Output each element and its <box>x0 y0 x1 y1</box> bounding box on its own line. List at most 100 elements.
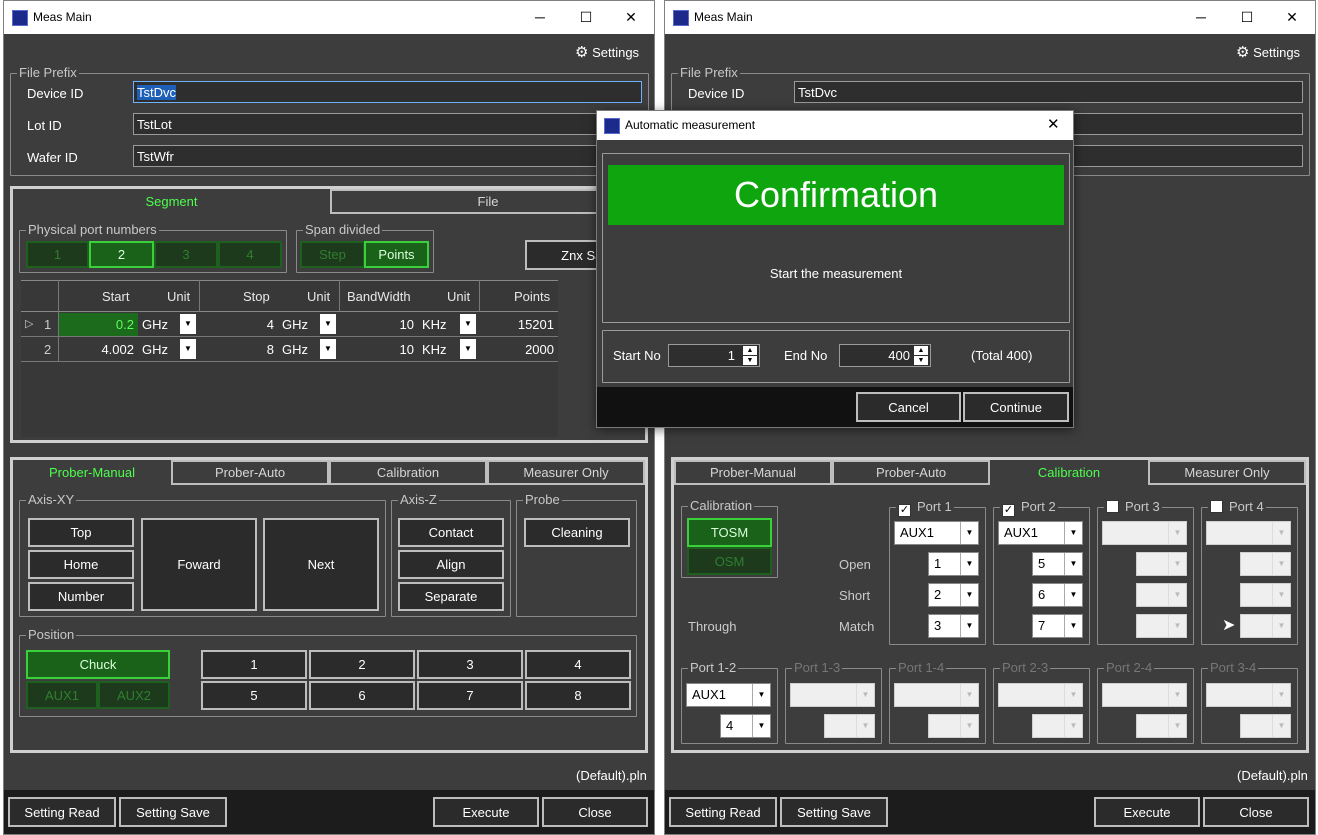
pair-3-4-value-select[interactable]: ▼ <box>1240 714 1291 738</box>
pair-3-4-aux-select[interactable]: ▼ <box>1206 683 1291 707</box>
aux1-button[interactable]: AUX1 <box>26 681 98 709</box>
bw-unit[interactable]: KHz <box>422 317 447 332</box>
chevron-down-icon[interactable]: ▼ <box>460 314 476 334</box>
title-bar[interactable]: Meas Main ─ ☐ ✕ <box>4 1 654 34</box>
settings-button[interactable]: ⚙ Settings <box>1236 43 1300 61</box>
pair-1-4-aux-select[interactable]: ▼ <box>894 683 979 707</box>
chuck-button[interactable]: Chuck <box>26 650 170 679</box>
port-2-short-select[interactable]: 6 ▼ <box>1032 583 1083 607</box>
number-button[interactable]: Number <box>28 582 134 611</box>
pair-1-2-aux-select[interactable]: AUX1 ▼ <box>686 683 771 707</box>
close-window-button[interactable]: Close <box>1203 797 1309 827</box>
start-no-spinner[interactable]: 1 ▲ ▼ <box>668 344 760 367</box>
tab-calibration[interactable]: Calibration <box>329 460 487 485</box>
port-2-match-select[interactable]: 7 ▼ <box>1032 614 1083 638</box>
align-button[interactable]: Align <box>398 550 504 579</box>
span-points-button[interactable]: Points <box>364 241 429 268</box>
dialog-close-icon[interactable]: ✕ <box>1047 115 1060 133</box>
stop-value[interactable]: 4 <box>204 317 274 332</box>
title-bar[interactable]: Meas Main ─ ☐ ✕ <box>665 1 1315 34</box>
maximize-button[interactable]: ☐ <box>566 6 606 28</box>
settings-button[interactable]: ⚙ Settings <box>575 43 639 61</box>
position-2-button[interactable]: 2 <box>309 650 415 679</box>
device-id-input[interactable]: TstDvc <box>794 81 1303 103</box>
spin-up-icon[interactable]: ▲ <box>743 346 757 355</box>
top-button[interactable]: Top <box>28 518 134 547</box>
continue-button[interactable]: Continue <box>963 392 1069 422</box>
position-3-button[interactable]: 3 <box>417 650 523 679</box>
port-1-aux-select[interactable]: AUX1 ▼ <box>894 521 979 545</box>
port-4-open-select[interactable]: ▼ <box>1240 552 1291 576</box>
chevron-down-icon[interactable]: ▼ <box>320 314 336 334</box>
wafer-id-input[interactable]: TstWfr <box>133 145 642 167</box>
chevron-down-icon[interactable]: ▼ <box>320 339 336 359</box>
stop-unit[interactable]: GHz <box>282 342 308 357</box>
position-5-button[interactable]: 5 <box>201 681 307 710</box>
stop-unit[interactable]: GHz <box>282 317 308 332</box>
port-3-match-select[interactable]: ▼ <box>1136 614 1187 638</box>
stop-value[interactable]: 8 <box>204 342 274 357</box>
port-1-match-select[interactable]: 3 ▼ <box>928 614 979 638</box>
port-3-aux-select[interactable]: ▼ <box>1102 521 1187 545</box>
separate-button[interactable]: Separate <box>398 582 504 611</box>
tab-measurer-only[interactable]: Measurer Only <box>1148 460 1306 485</box>
spin-down-icon[interactable]: ▼ <box>914 356 928 365</box>
pair-2-3-value-select[interactable]: ▼ <box>1032 714 1083 738</box>
port-1-checkbox[interactable]: ✓ <box>898 504 911 517</box>
execute-button[interactable]: Execute <box>433 797 539 827</box>
port-3-open-select[interactable]: ▼ <box>1136 552 1187 576</box>
port-1-button[interactable]: 1 <box>26 241 89 268</box>
spin-up-icon[interactable]: ▲ <box>914 346 928 355</box>
tosm-button[interactable]: TOSM <box>687 518 772 547</box>
close-window-button[interactable]: Close <box>542 797 648 827</box>
home-button[interactable]: Home <box>28 550 134 579</box>
aux2-button[interactable]: AUX2 <box>98 681 170 709</box>
start-unit[interactable]: GHz <box>142 317 168 332</box>
tab-measurer-only[interactable]: Measurer Only <box>487 460 645 485</box>
end-no-spinner[interactable]: 400 ▲ ▼ <box>839 344 931 367</box>
chevron-down-icon[interactable]: ▼ <box>180 339 196 359</box>
points-value[interactable]: 2000 <box>484 342 554 357</box>
position-6-button[interactable]: 6 <box>309 681 415 710</box>
bw-value[interactable]: 10 <box>344 317 414 332</box>
cleaning-button[interactable]: Cleaning <box>524 518 630 547</box>
port-4-button[interactable]: 4 <box>218 241 282 268</box>
tab-prober-auto[interactable]: Prober-Auto <box>171 460 329 485</box>
position-8-button[interactable]: 8 <box>525 681 631 710</box>
setting-save-button[interactable]: Setting Save <box>119 797 227 827</box>
pair-1-2-value-select[interactable]: 4 ▼ <box>720 714 771 738</box>
lot-id-input[interactable]: TstLot <box>133 113 642 135</box>
tab-calibration[interactable]: Calibration <box>990 460 1148 485</box>
tab-prober-auto[interactable]: Prober-Auto <box>832 460 990 485</box>
pair-1-3-value-select[interactable]: ▼ <box>824 714 875 738</box>
cancel-button[interactable]: Cancel <box>856 392 961 422</box>
osm-button[interactable]: OSM <box>687 547 772 575</box>
port-3-button[interactable]: 3 <box>154 241 218 268</box>
pair-1-3-aux-select[interactable]: ▼ <box>790 683 875 707</box>
tab-segment[interactable]: Segment <box>13 189 330 214</box>
bw-value[interactable]: 10 <box>344 342 414 357</box>
close-button[interactable]: ✕ <box>611 6 651 28</box>
foward-button[interactable]: Foward <box>141 518 257 611</box>
minimize-button[interactable]: ─ <box>1181 6 1221 28</box>
execute-button[interactable]: Execute <box>1094 797 1200 827</box>
port-2-checkbox[interactable]: ✓ <box>1002 504 1015 517</box>
port-3-short-select[interactable]: ▼ <box>1136 583 1187 607</box>
span-step-button[interactable]: Step <box>300 241 365 268</box>
close-button[interactable]: ✕ <box>1272 6 1312 28</box>
position-7-button[interactable]: 7 <box>417 681 523 710</box>
setting-read-button[interactable]: Setting Read <box>669 797 777 827</box>
setting-save-button[interactable]: Setting Save <box>780 797 888 827</box>
position-1-button[interactable]: 1 <box>201 650 307 679</box>
points-value[interactable]: 15201 <box>484 317 554 332</box>
port-2-button[interactable]: 2 <box>89 241 154 268</box>
chevron-down-icon[interactable]: ▼ <box>180 314 196 334</box>
minimize-button[interactable]: ─ <box>520 6 560 28</box>
chevron-down-icon[interactable]: ▼ <box>460 339 476 359</box>
contact-button[interactable]: Contact <box>398 518 504 547</box>
next-button[interactable]: Next <box>263 518 379 611</box>
maximize-button[interactable]: ☐ <box>1227 6 1267 28</box>
port-4-match-select[interactable]: ▼ <box>1240 614 1291 638</box>
tab-prober-manual[interactable]: Prober-Manual <box>13 460 171 485</box>
pair-2-4-value-select[interactable]: ▼ <box>1136 714 1187 738</box>
